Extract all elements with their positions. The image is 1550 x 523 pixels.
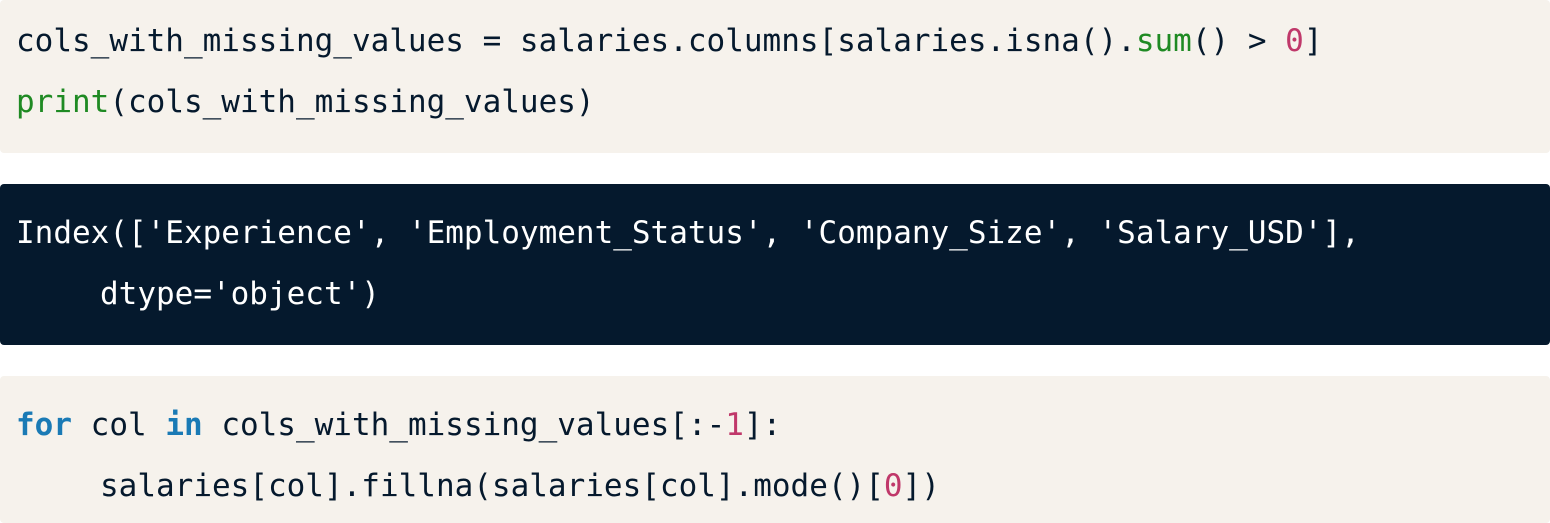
code-line-1: cols_with_missing_values = salaries.colu… (16, 11, 1550, 72)
code-text: cols_with_missing_values = salaries.colu… (16, 23, 1136, 59)
code-cell-2[interactable]: for col in cols_with_missing_values[:-1]… (0, 376, 1550, 523)
code-text: (cols_with_missing_values) (109, 84, 595, 120)
number-literal: 0 (1285, 23, 1304, 59)
code-text: ]) (902, 468, 940, 504)
code-line-2: salaries[col].fillna(salaries[col].mode(… (16, 456, 1550, 517)
builtin-function: sum (1135, 23, 1192, 59)
number-literal: 1 (725, 407, 744, 443)
output-text: dtype='object') (100, 276, 380, 312)
output-line-1: Index(['Experience', 'Employment_Status'… (16, 215, 1360, 251)
code-cell-1[interactable]: cols_with_missing_values = salaries.colu… (0, 0, 1550, 153)
code-text: ] (1303, 23, 1323, 59)
code-text: salaries[col].fillna(salaries[col].mode(… (100, 468, 884, 504)
keyword: for (16, 407, 72, 443)
code-line-2: print(cols_with_missing_values) (16, 72, 1550, 133)
number-literal: 0 (883, 468, 903, 504)
code-line-1: for col in cols_with_missing_values[:-1]… (16, 395, 1550, 456)
builtin-function: print (16, 84, 110, 120)
keyword: in (165, 407, 203, 443)
code-text: () > (1191, 23, 1286, 59)
code-text: ]: (743, 407, 782, 443)
code-text: cols_with_missing_values[:- (202, 407, 726, 443)
output-line-2: dtype='object') (16, 264, 1550, 325)
code-text: col (72, 407, 166, 443)
output-cell: Index(['Experience', 'Employment_Status'… (0, 184, 1550, 345)
